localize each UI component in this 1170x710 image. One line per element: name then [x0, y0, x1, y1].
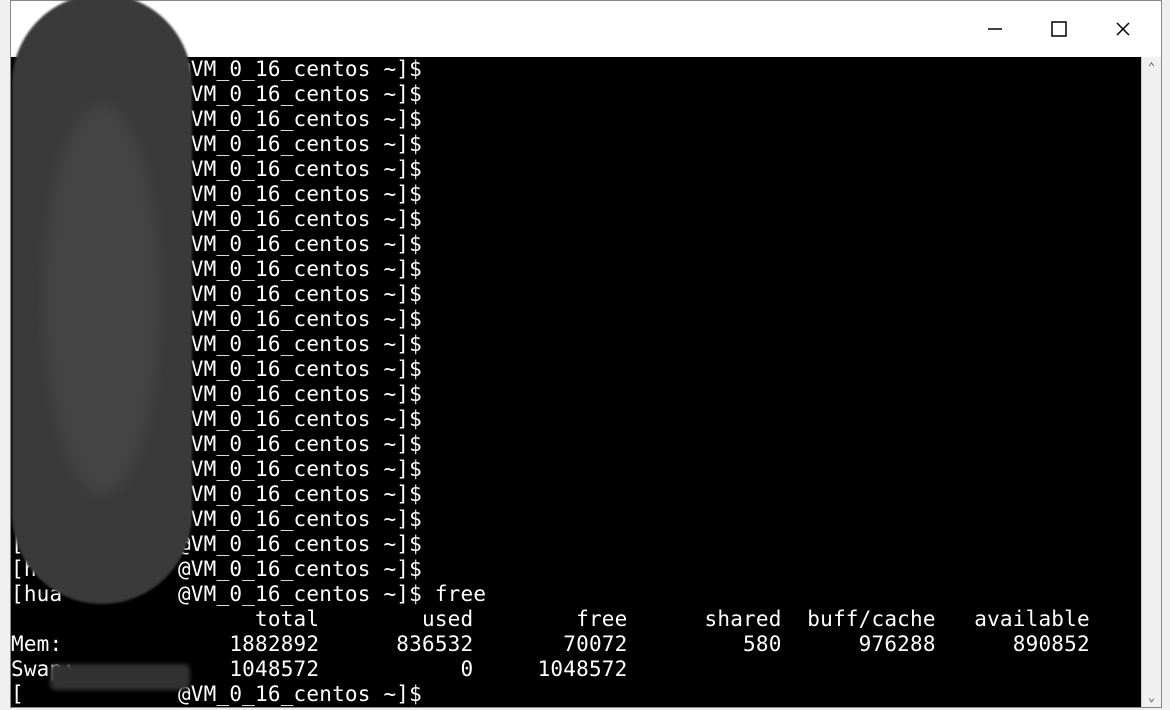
scroll-up-arrow[interactable]: ⌃: [1142, 57, 1161, 77]
censor-overlay: [12, 0, 192, 604]
maximize-button[interactable]: [1027, 4, 1091, 54]
scrollbar[interactable]: ⌃ ⌄: [1141, 57, 1161, 707]
scroll-track[interactable]: [1142, 77, 1161, 687]
window-controls: [963, 4, 1155, 54]
close-button[interactable]: [1091, 4, 1155, 54]
censor-strip: [50, 664, 190, 690]
minimize-button[interactable]: [963, 4, 1027, 54]
scroll-down-arrow[interactable]: ⌄: [1142, 687, 1161, 707]
